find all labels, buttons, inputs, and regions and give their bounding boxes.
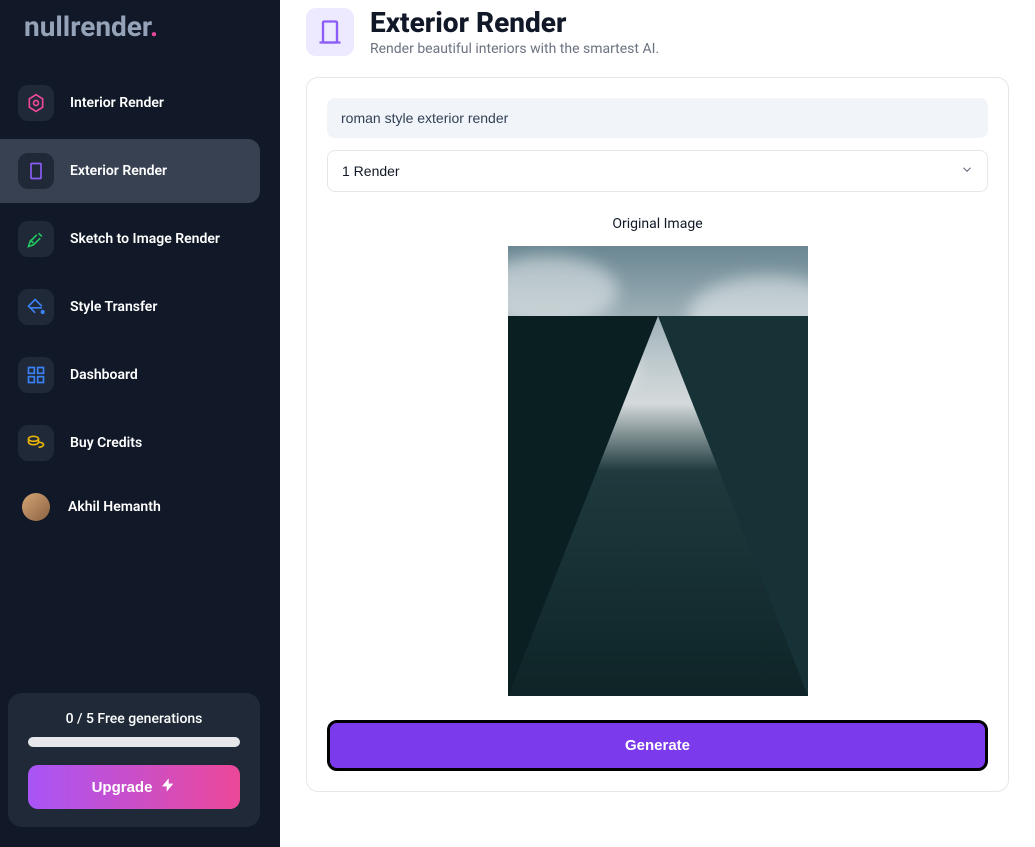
hexagon-icon: [18, 85, 54, 121]
sidebar-item-label: Sketch to Image Render: [70, 231, 220, 247]
building-icon: [18, 153, 54, 189]
sidebar-item-style-transfer[interactable]: Style Transfer: [0, 275, 280, 339]
quota-text: 0 / 5 Free generations: [28, 711, 240, 727]
render-count-select-wrap: 1 Render: [327, 150, 988, 192]
user-name: Akhil Hemanth: [68, 499, 161, 515]
header-building-icon: [306, 8, 354, 56]
original-image-preview[interactable]: [508, 246, 808, 696]
sidebar-item-user[interactable]: Akhil Hemanth: [0, 479, 280, 535]
main-content: Exterior Render Render beautiful interio…: [280, 0, 1035, 847]
render-count-select[interactable]: 1 Render: [327, 150, 988, 192]
sidebar-item-buy-credits[interactable]: Buy Credits: [0, 411, 280, 475]
quota-card: 0 / 5 Free generations Upgrade: [8, 693, 260, 827]
pencil-ruler-icon: [18, 221, 54, 257]
sidebar-item-dashboard[interactable]: Dashboard: [0, 343, 280, 407]
sidebar-item-exterior-render[interactable]: Exterior Render: [0, 139, 260, 203]
sidebar-item-label: Dashboard: [70, 367, 138, 383]
progress-bar: [28, 737, 240, 747]
sidebar-item-label: Buy Credits: [70, 435, 142, 451]
prompt-input[interactable]: [327, 98, 988, 138]
page-header: Exterior Render Render beautiful interio…: [306, 6, 1009, 57]
sidebar: nullrender. Interior Render Exterior Ren…: [0, 0, 280, 847]
logo-dot: .: [150, 10, 158, 43]
generate-button[interactable]: Generate: [327, 720, 988, 771]
sidebar-item-label: Interior Render: [70, 95, 164, 111]
logo: nullrender.: [0, 0, 280, 67]
sidebar-item-interior-render[interactable]: Interior Render: [0, 71, 280, 135]
bolt-icon: [160, 777, 176, 797]
form-card: 1 Render Original Image Generate: [306, 77, 1009, 792]
sidebar-item-label: Style Transfer: [70, 299, 157, 315]
page-subtitle: Render beautiful interiors with the smar…: [370, 41, 659, 57]
original-image-label: Original Image: [327, 216, 988, 232]
page-title: Exterior Render: [370, 6, 659, 39]
coins-icon: [18, 425, 54, 461]
sidebar-item-label: Exterior Render: [70, 163, 167, 179]
sidebar-item-sketch-to-image[interactable]: Sketch to Image Render: [0, 207, 280, 271]
avatar: [22, 493, 50, 521]
grid-icon: [18, 357, 54, 393]
paint-bucket-icon: [18, 289, 54, 325]
upgrade-label: Upgrade: [92, 779, 153, 796]
nav: Interior Render Exterior Render Sketch t…: [0, 67, 280, 677]
building-silhouette: [508, 316, 808, 696]
upgrade-button[interactable]: Upgrade: [28, 765, 240, 809]
original-image-section: Original Image: [327, 216, 988, 696]
logo-text: nullrender: [24, 10, 150, 43]
